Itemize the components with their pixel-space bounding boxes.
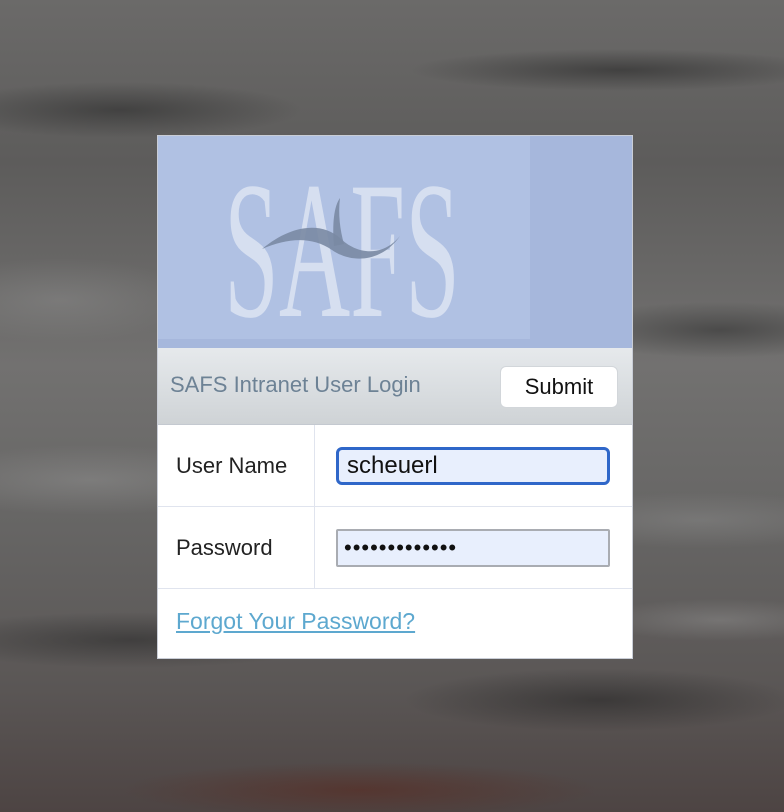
username-input[interactable] <box>336 447 610 485</box>
login-title: SAFS Intranet User Login <box>170 372 421 397</box>
login-panel: SAFS SAFS Intranet User Login Submit Use… <box>158 136 632 658</box>
logo-banner: SAFS <box>158 136 632 348</box>
safs-logo: SAFS <box>224 154 460 324</box>
password-label-cell: Password <box>158 507 315 588</box>
password-input[interactable] <box>336 529 610 567</box>
forgot-password-link[interactable]: Forgot Your Password? <box>176 608 415 635</box>
login-header: SAFS Intranet User Login Submit <box>158 348 632 425</box>
password-label: Password <box>176 535 273 560</box>
username-row: User Name <box>158 425 632 507</box>
password-row: Password <box>158 507 632 589</box>
submit-button[interactable]: Submit <box>500 366 618 408</box>
username-label: User Name <box>176 453 288 478</box>
username-label-cell: User Name <box>158 425 315 506</box>
